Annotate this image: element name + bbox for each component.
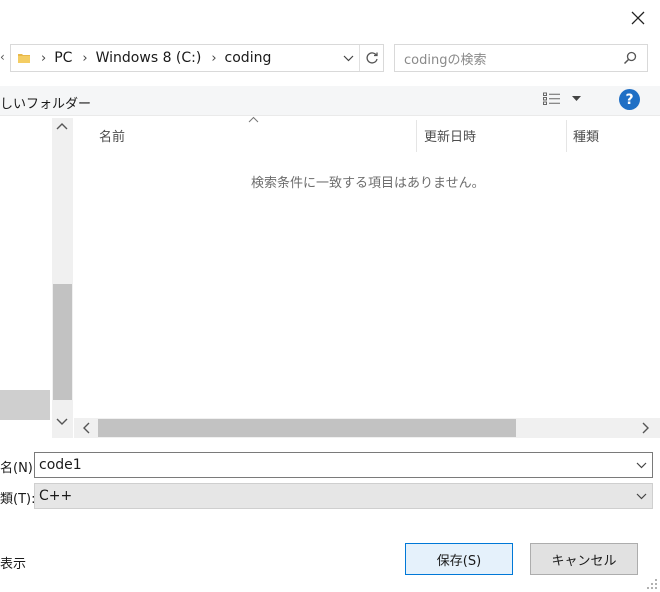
filetype-select[interactable]: C++ [34,483,653,509]
column-header-date[interactable]: 更新日時 [424,118,476,152]
column-divider[interactable] [416,120,417,152]
filename-label: 名(N): [0,461,38,476]
search-placeholder: codingの検索 [404,52,487,68]
search-input[interactable]: codingの検索 [394,44,648,72]
command-toolbar [0,86,660,116]
address-bar[interactable]: › PC › Windows 8 (C:) › coding [10,44,384,72]
chevron-down-icon [636,493,647,500]
close-button[interactable] [622,4,654,32]
refresh-button[interactable] [359,45,384,71]
filetype-label: 類(T): [0,492,36,507]
chevron-right-icon: › [211,50,217,66]
scroll-thumb[interactable] [98,419,516,437]
resize-grip-icon[interactable] [646,578,658,590]
chevron-left-icon[interactable] [82,422,90,434]
chevron-right-icon[interactable] [642,422,650,434]
file-list[interactable]: 名前 更新日時 種類 検索条件に一致する項目はありません。 [74,116,660,418]
breadcrumb-item-pc[interactable]: PC [54,50,72,66]
breadcrumb-item-folder[interactable]: coding [225,50,272,66]
close-icon [631,11,645,25]
empty-message: 検索条件に一致する項目はありません。 [251,176,485,191]
caret-down-icon[interactable] [572,96,581,102]
column-divider[interactable] [566,120,567,152]
scroll-thumb[interactable] [53,284,72,400]
new-folder-button[interactable]: しいフォルダー [0,93,91,112]
hide-folders-toggle[interactable]: 表示 [0,553,26,572]
chevron-up-icon[interactable] [56,122,68,130]
filename-value: code1 [39,457,82,473]
refresh-icon [366,52,378,64]
chevron-down-icon [343,55,353,61]
save-button[interactable]: 保存(S) [405,543,513,575]
filetype-value: C++ [39,488,73,504]
chevron-down-icon[interactable] [636,462,647,469]
horizontal-scrollbar[interactable] [74,418,660,438]
view-options-icon[interactable] [543,92,561,106]
help-button[interactable]: ? [619,89,640,110]
cancel-button[interactable]: キャンセル [530,543,638,575]
breadcrumb: › PC › Windows 8 (C:) › coding [31,50,271,66]
address-dropdown-button[interactable] [337,45,359,71]
folder-icon [18,54,30,63]
chevron-down-icon[interactable] [56,418,68,426]
column-header-name[interactable]: 名前 [99,118,125,152]
sort-ascending-icon [248,116,259,123]
breadcrumb-item-drive[interactable]: Windows 8 (C:) [96,50,202,66]
navigation-selected-item[interactable] [0,390,50,420]
column-header-type[interactable]: 種類 [573,118,599,152]
search-icon[interactable] [623,51,637,65]
vertical-scrollbar[interactable] [52,118,73,438]
back-arrow-icon[interactable]: ‹ [0,50,5,64]
chevron-right-icon: › [82,50,88,66]
chevron-right-icon: › [41,50,47,66]
filename-field[interactable]: code1 [34,452,653,478]
